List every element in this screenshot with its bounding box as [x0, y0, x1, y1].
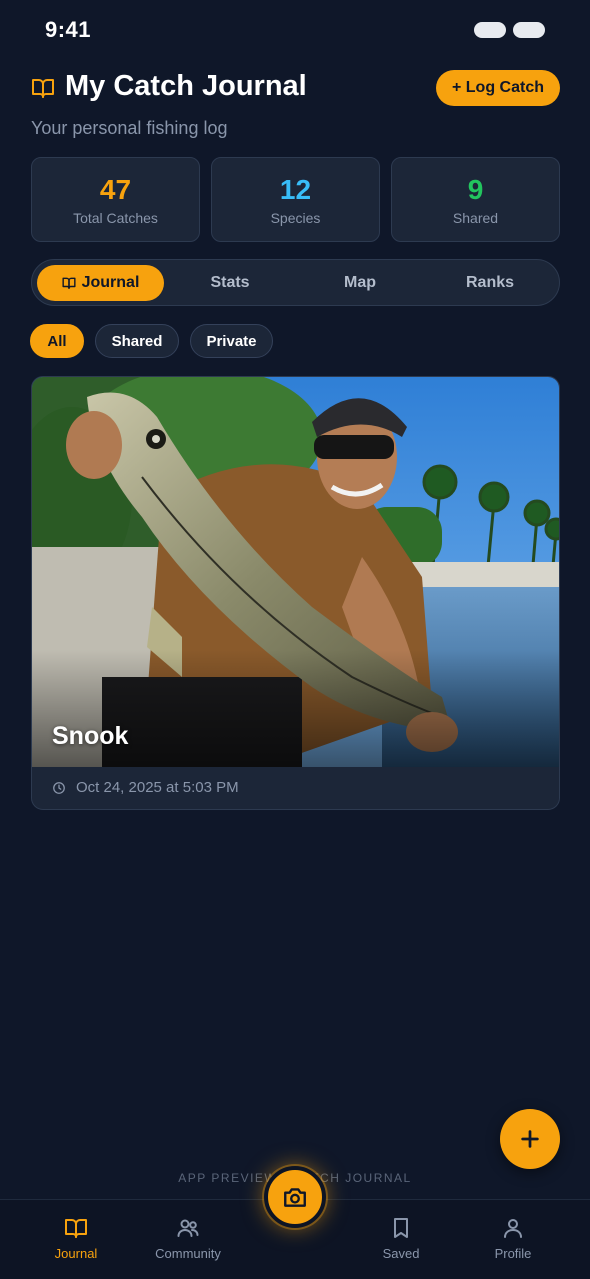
stat-label: Species [270, 209, 321, 226]
stat-card-species: 12 Species [211, 157, 380, 242]
camera-button[interactable] [264, 1166, 326, 1228]
catch-datetime: Oct 24, 2025 at 5:03 PM [76, 779, 239, 796]
catch-species: Snook [52, 722, 129, 750]
tab-map[interactable]: Map [298, 265, 422, 301]
nav-community[interactable]: Community [143, 1216, 233, 1261]
nav-saved[interactable]: Saved [356, 1216, 446, 1261]
bottom-nav: Journal Community Saved Profile [0, 1166, 590, 1279]
view-tabs: Journal Stats Map Ranks [31, 259, 560, 306]
tab-ranks[interactable]: Ranks [428, 265, 552, 301]
catch-card[interactable]: Snook Oct 24, 2025 at 5:03 PM [31, 376, 560, 810]
users-icon [177, 1219, 199, 1237]
tab-label: Map [344, 274, 376, 291]
nav-label: Profile [494, 1246, 532, 1261]
book-open-icon [62, 277, 76, 289]
book-open-icon [65, 1219, 87, 1238]
page-subtitle: Your personal fishing log [31, 118, 228, 138]
stat-label: Total Catches [73, 209, 158, 226]
clock-icon [53, 781, 65, 794]
plus-icon [521, 1130, 539, 1148]
page-title: My Catch Journal [65, 70, 307, 102]
tab-label: Stats [210, 274, 250, 291]
tab-label: Ranks [465, 274, 515, 291]
tab-stats[interactable]: Stats [168, 265, 292, 301]
stat-label: Shared [452, 209, 499, 226]
signal-indicator [474, 22, 506, 38]
nav-profile[interactable]: Profile [468, 1216, 558, 1261]
filter-shared[interactable]: Shared [95, 324, 179, 358]
bookmark-icon [394, 1218, 408, 1238]
filter-all[interactable]: All [30, 324, 84, 358]
tab-journal[interactable]: Journal [37, 265, 164, 301]
app-screen: 9:41 My Catch Journal Your personal fish… [0, 0, 590, 1279]
battery-indicator [513, 22, 545, 38]
nav-label: Saved [382, 1246, 420, 1261]
catch-photo [32, 377, 559, 767]
catch-meta: Oct 24, 2025 at 5:03 PM [52, 779, 239, 796]
stat-card-shared: 9 Shared [391, 157, 560, 242]
stat-value: 9 [467, 173, 484, 205]
nav-label: Journal [54, 1246, 98, 1261]
camera-icon [284, 1188, 306, 1207]
add-catch-fab[interactable] [500, 1109, 560, 1169]
log-catch-button[interactable]: + Log Catch [436, 70, 560, 106]
stat-value: 47 [99, 173, 132, 205]
status-time: 9:41 [45, 17, 92, 42]
user-icon [504, 1219, 522, 1238]
tab-label: Journal [81, 274, 140, 291]
book-open-icon [32, 79, 54, 98]
filter-private[interactable]: Private [190, 324, 273, 358]
nav-label: Community [155, 1246, 221, 1261]
stat-value: 12 [279, 173, 312, 205]
stat-card-total-catches: 47 Total Catches [31, 157, 200, 242]
nav-journal[interactable]: Journal [31, 1216, 121, 1261]
